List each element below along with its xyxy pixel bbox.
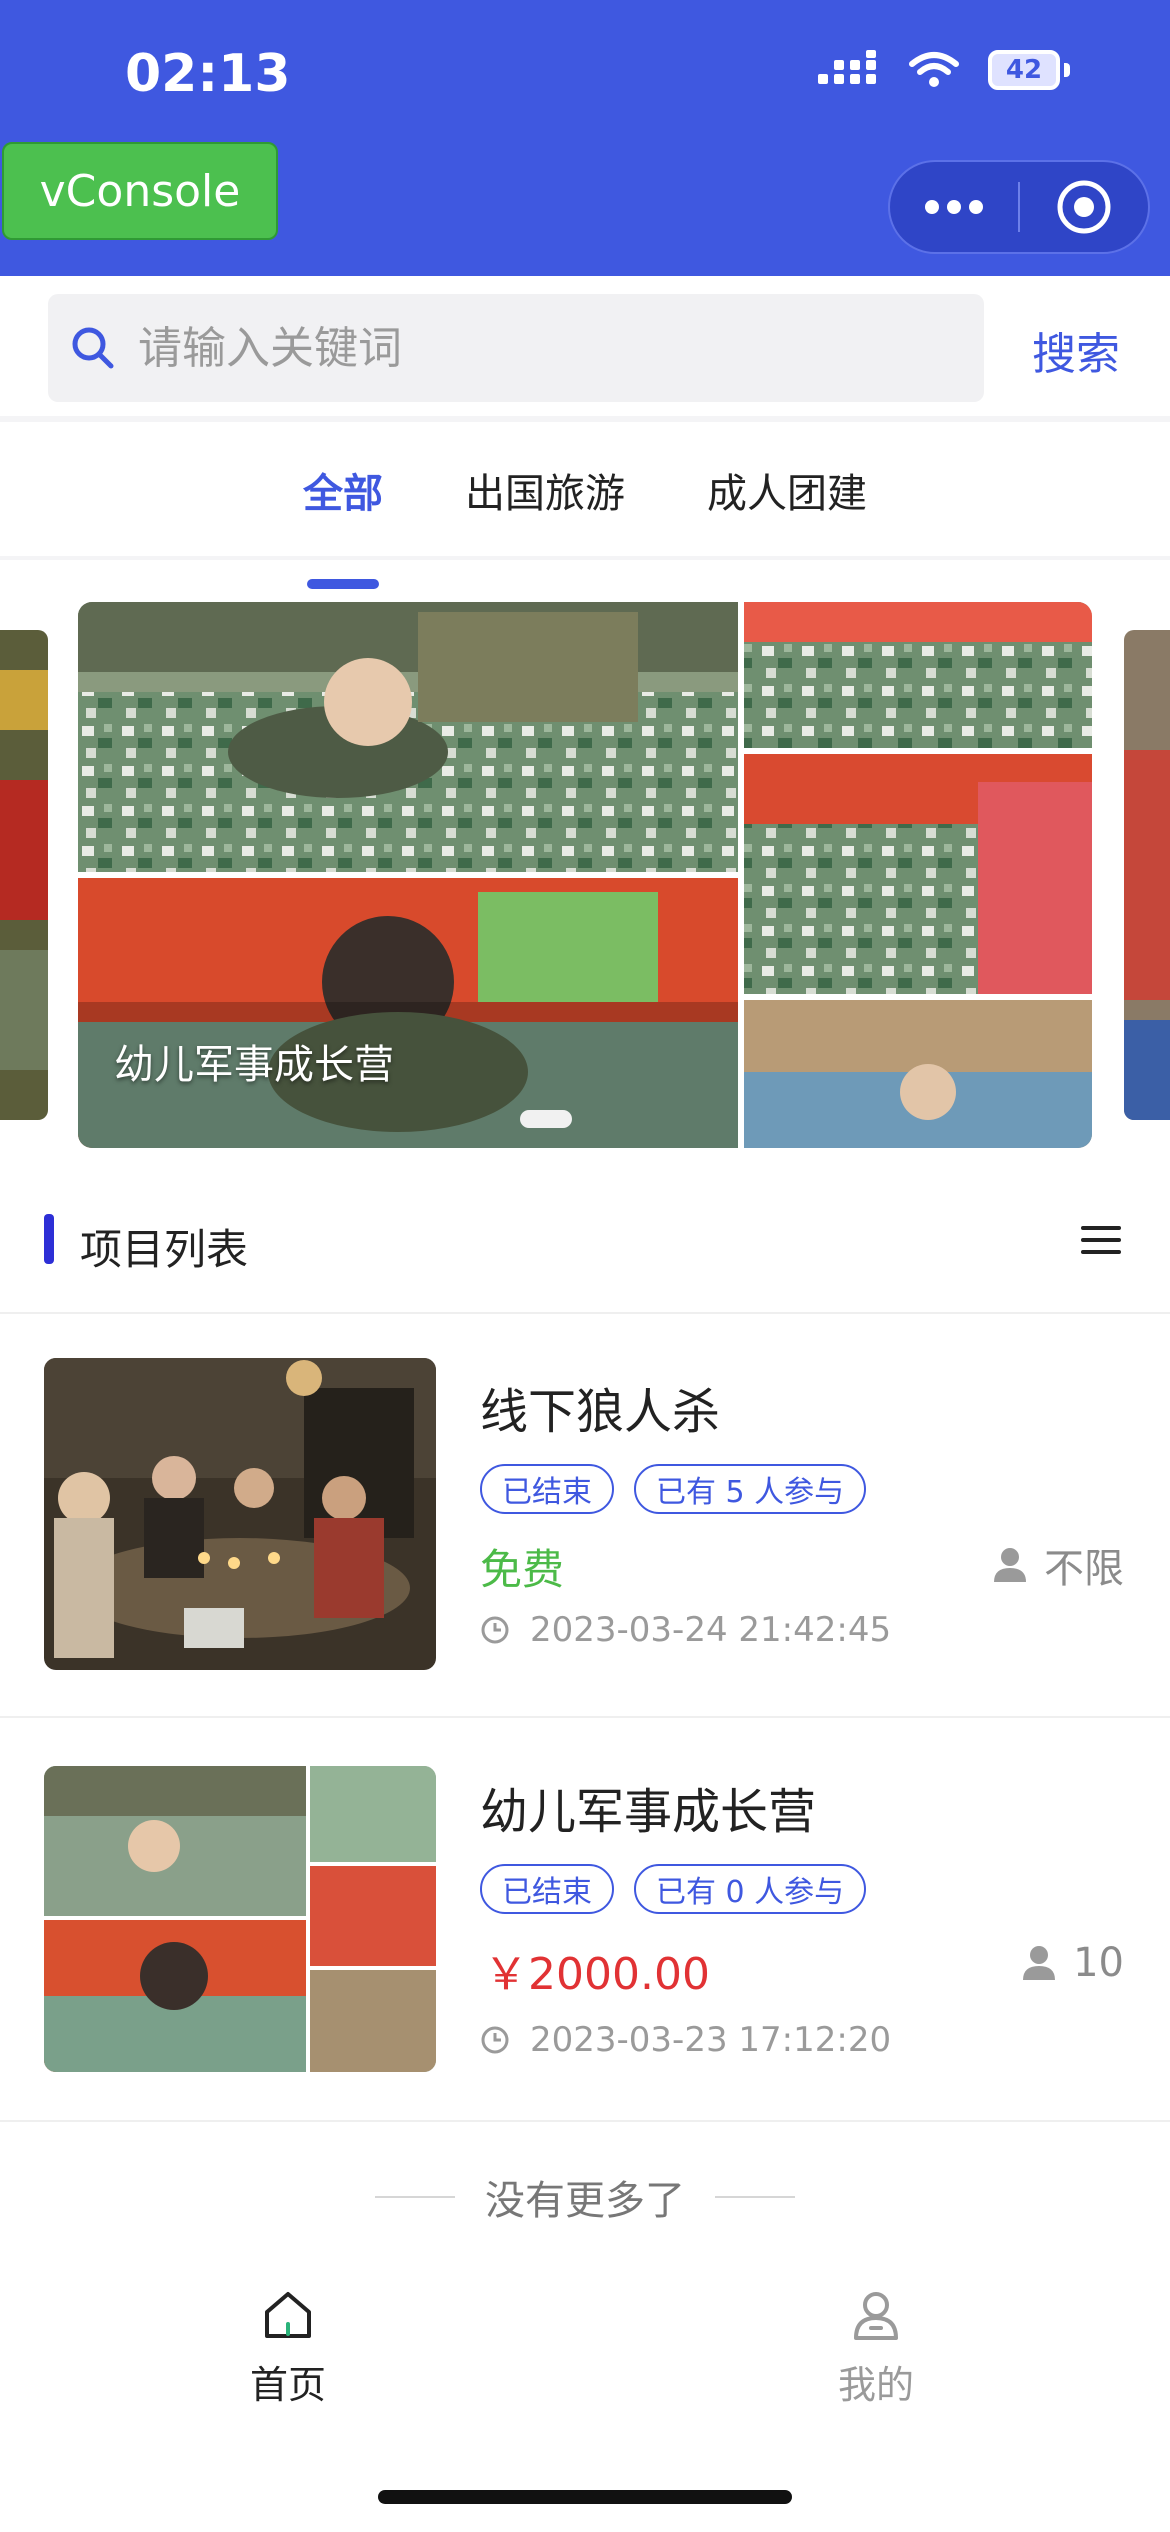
status-icons: 42 (818, 50, 1070, 90)
no-more-indicator: 没有更多了 (0, 2168, 1170, 2226)
search-box[interactable] (48, 294, 984, 402)
miniprogram-capsule (888, 160, 1150, 254)
more-dots-icon (925, 200, 983, 214)
item-price: 免费 (480, 1545, 565, 1594)
item-price: ￥2000.00 (484, 1949, 710, 2000)
item-tags: 已结束 已有 5 人参与 (480, 1464, 867, 1514)
tab-all[interactable]: 全部 (299, 461, 387, 589)
status-badge: 已结束 (480, 1864, 614, 1914)
search-input[interactable] (136, 321, 940, 375)
section-accent-bar (44, 1214, 54, 1264)
item-capacity: 不限 (992, 1536, 1124, 1594)
vconsole-button[interactable]: vConsole (2, 142, 278, 240)
home-indicator (378, 2490, 792, 2504)
battery-indicator: 42 (988, 50, 1060, 90)
banner-prev-peek[interactable] (0, 630, 48, 1120)
more-button[interactable] (890, 162, 1018, 252)
item-capacity: 10 (1021, 1940, 1124, 1986)
wifi-icon (909, 52, 959, 87)
active-tab-indicator (307, 579, 379, 589)
item-tags: 已结束 已有 0 人参与 (480, 1864, 867, 1914)
divider-line (375, 2196, 455, 2198)
battery-tip (1064, 63, 1070, 77)
participants-badge: 已有 0 人参与 (634, 1864, 867, 1914)
clock-icon (481, 2026, 509, 2054)
status-badge: 已结束 (480, 1464, 614, 1514)
nav-label: 我的 (838, 2363, 915, 2407)
person-icon (994, 1548, 1026, 1582)
divider (0, 556, 1170, 560)
item-thumbnail (44, 1358, 436, 1670)
user-icon (854, 2292, 898, 2340)
item-thumbnail (44, 1766, 436, 2072)
banner-caption: 幼儿军事成长营 (114, 1042, 394, 1088)
banner-next-peek[interactable] (1124, 630, 1170, 1120)
search-button[interactable]: 搜索 (1032, 318, 1120, 382)
item-datetime: 2023-03-23 17:12:20 (480, 2020, 891, 2060)
menu-icon[interactable] (1080, 1224, 1122, 1256)
tab-team-building[interactable]: 成人团建 (703, 461, 871, 519)
tab-overseas-travel[interactable]: 出国旅游 (461, 461, 629, 519)
nav-label: 首页 (250, 2363, 327, 2407)
person-icon (1023, 1946, 1056, 1980)
divider-line (715, 2196, 795, 2198)
nav-item-home[interactable]: 首页 (250, 2288, 326, 2409)
category-tabs: 全部 出国旅游 成人团建 (0, 420, 1170, 589)
section-title: 项目列表 (80, 1225, 249, 1274)
target-icon (1057, 180, 1111, 234)
item-title: 线下狼人杀 (480, 1384, 721, 1440)
divider (0, 2120, 1170, 2122)
carousel-indicator (520, 1110, 572, 1128)
search-icon (72, 327, 114, 369)
status-time: 02:13 (125, 44, 291, 104)
participants-badge: 已有 5 人参与 (634, 1464, 867, 1514)
close-miniprogram-button[interactable] (1020, 162, 1148, 252)
clock-icon (481, 1616, 509, 1644)
signal-icon (818, 50, 876, 84)
item-title: 幼儿军事成长营 (480, 1784, 817, 1840)
nav-item-mine[interactable]: 我的 (838, 2288, 914, 2409)
home-icon (265, 2292, 311, 2338)
item-datetime: 2023-03-24 21:42:45 (480, 1610, 891, 1650)
no-more-text: 没有更多了 (485, 2178, 685, 2224)
